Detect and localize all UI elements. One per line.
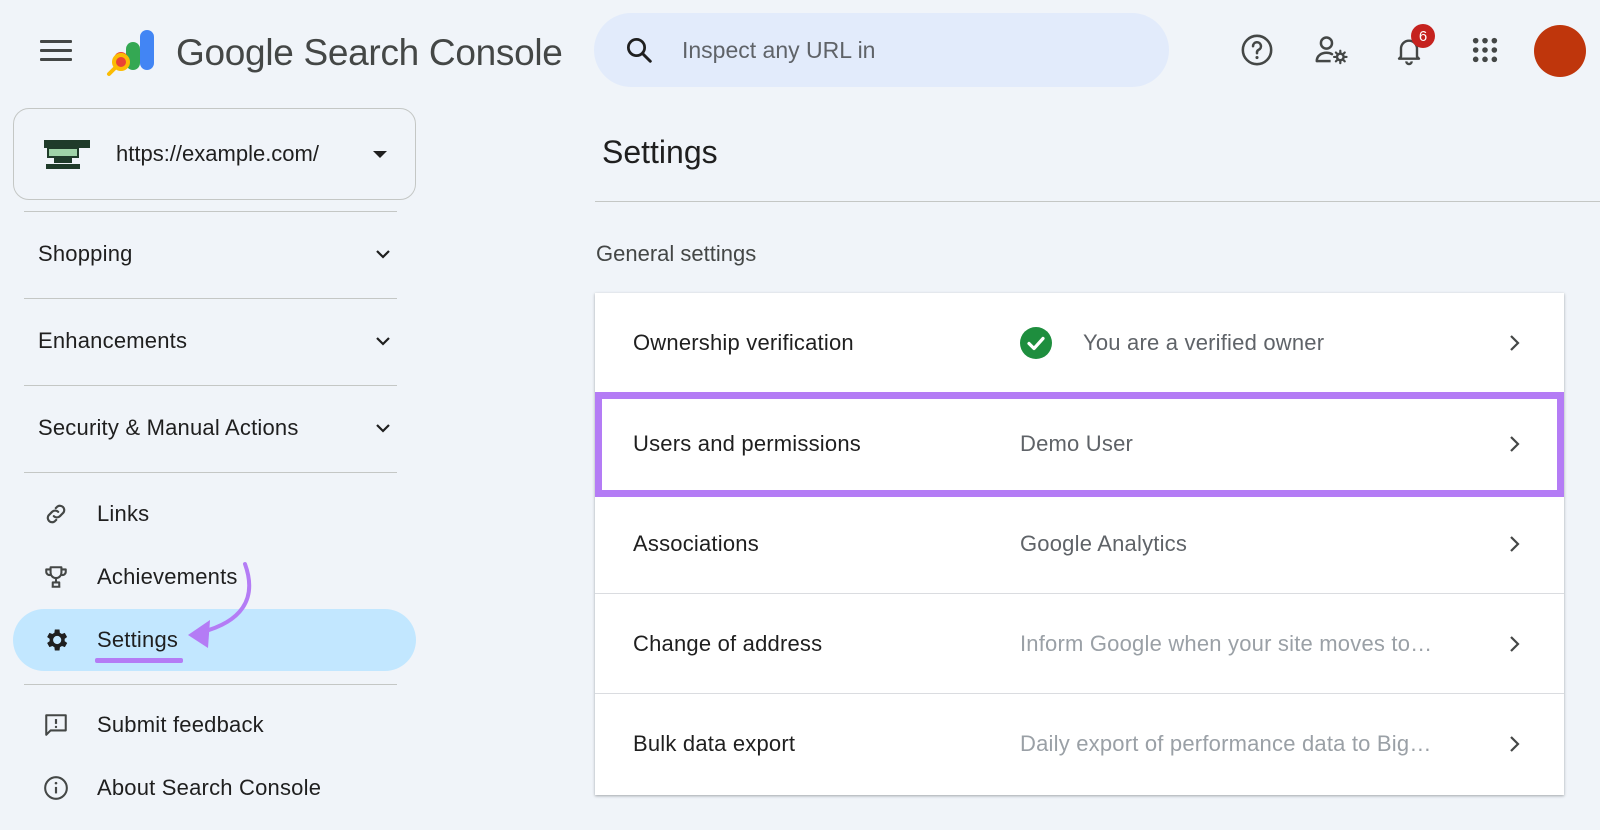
settings-row-bulk-data-export[interactable]: Bulk data export Daily export of perform… — [595, 693, 1564, 793]
info-icon — [41, 773, 71, 803]
row-value: You are a verified owner — [1083, 330, 1325, 355]
app-title: Google Search Console — [176, 32, 563, 74]
sidebar-divider — [24, 298, 397, 299]
property-favicon-icon — [44, 140, 90, 169]
chevron-right-icon — [1510, 536, 1520, 552]
row-label: Users and permissions — [633, 430, 861, 456]
chevron-down-icon — [376, 250, 390, 259]
settings-row-users-permissions[interactable]: Users and permissions Demo User — [595, 393, 1564, 493]
search-icon — [627, 38, 652, 63]
property-url: https://example.com/ — [116, 141, 319, 166]
sidebar-item-label: About Search Console — [97, 775, 322, 800]
trophy-icon — [41, 562, 71, 592]
brand-product: Search Console — [293, 32, 563, 73]
chevron-down-icon — [376, 424, 390, 433]
settings-row-associations[interactable]: Associations Google Analytics — [595, 493, 1564, 593]
property-selector[interactable]: https://example.com/ — [13, 108, 416, 200]
sidebar-section-security[interactable]: Security & Manual Actions — [24, 398, 397, 458]
sidebar-divider — [24, 211, 397, 212]
chevron-right-icon — [1510, 335, 1520, 351]
gear-icon — [41, 625, 71, 655]
search-console-logo — [107, 30, 154, 76]
sidebar-section-enhancements[interactable]: Enhancements — [24, 311, 397, 371]
page-title: Settings — [602, 134, 718, 170]
sidebar-section-shopping[interactable]: Shopping — [24, 224, 397, 284]
notifications-icon[interactable]: 6 — [1389, 24, 1435, 70]
search-input[interactable] — [682, 36, 1142, 64]
sidebar-divider — [24, 472, 397, 473]
avatar[interactable] — [1534, 25, 1586, 77]
row-label: Bulk data export — [633, 730, 796, 756]
sidebar-item-submit-feedback[interactable]: Submit feedback — [13, 694, 416, 756]
link-icon — [41, 499, 71, 529]
sidebar-item-label: Settings — [97, 627, 179, 652]
settings-row-change-of-address[interactable]: Change of address Inform Google when you… — [595, 593, 1564, 693]
verified-check-icon — [1020, 327, 1052, 359]
row-label: Ownership verification — [633, 330, 854, 355]
dropdown-caret-icon — [373, 151, 387, 158]
title-divider — [595, 201, 1600, 202]
chevron-down-icon — [376, 337, 390, 346]
row-value: Demo User — [1020, 430, 1134, 456]
menu-icon[interactable] — [40, 40, 72, 62]
row-label: Associations — [633, 530, 759, 556]
sidebar-item-label: Links — [97, 501, 150, 526]
section-heading: General settings — [596, 241, 757, 266]
row-value: Daily export of performance data to Big… — [1020, 730, 1432, 756]
url-inspection-search[interactable] — [594, 13, 1169, 87]
sidebar-item-label: Submit feedback — [97, 712, 264, 737]
chevron-right-icon — [1510, 736, 1520, 752]
manage-users-icon[interactable] — [1312, 30, 1352, 70]
annotation-arrow — [188, 562, 252, 648]
apps-icon[interactable] — [1465, 30, 1505, 70]
feedback-icon — [41, 710, 71, 740]
sidebar-divider — [24, 684, 397, 685]
sidebar-section-label: Security & Manual Actions — [38, 415, 299, 440]
help-icon[interactable] — [1237, 30, 1277, 70]
chevron-right-icon — [1510, 636, 1520, 652]
row-value: Google Analytics — [1020, 530, 1188, 556]
sidebar-section-label: Enhancements — [38, 328, 188, 353]
sidebar-item-links[interactable]: Links — [13, 483, 416, 545]
settings-card: Ownership verification You are a verifie… — [595, 293, 1564, 795]
annotation-underline — [95, 658, 183, 663]
settings-row-ownership-verification[interactable]: Ownership verification You are a verifie… — [595, 293, 1564, 393]
row-value: Inform Google when your site moves to… — [1020, 630, 1433, 656]
row-label: Change of address — [633, 630, 823, 656]
sidebar-section-label: Shopping — [38, 241, 133, 266]
notification-badge: 6 — [1411, 24, 1435, 48]
sidebar-item-about[interactable]: About Search Console — [13, 757, 416, 819]
chevron-right-icon — [1510, 436, 1520, 452]
sidebar-divider — [24, 385, 397, 386]
brand-google: Google — [176, 32, 294, 73]
